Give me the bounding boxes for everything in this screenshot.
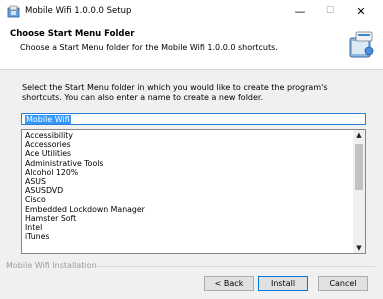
back-button[interactable]: < Back [204, 276, 254, 291]
list-item[interactable]: Accessories [25, 140, 350, 149]
folder-list-items: Accessibility Accessories Ace Utilities Adm… [25, 131, 350, 241]
minimize-button[interactable]: — [285, 3, 315, 20]
list-item[interactable]: Embedded Lockdown Manager [25, 205, 350, 214]
list-item[interactable]: Accessibility [25, 131, 350, 140]
list-item[interactable]: ASUSDVD [25, 186, 350, 195]
installer-icon [7, 5, 20, 18]
list-item[interactable]: Alcohol 120% [25, 168, 350, 177]
start-menu-folder-icon [349, 31, 374, 58]
vertical-scrollbar[interactable]: ▲ ▼ [353, 130, 365, 253]
maximize-button[interactable]: ☐ [315, 3, 345, 20]
folder-name-value: Mobile Wifi [25, 115, 71, 124]
list-item[interactable]: Ace Utilities [25, 149, 350, 158]
page-header: Choose Start Menu Folder Choose a Start … [0, 23, 383, 70]
instruction-text: Select the Start Menu folder in which yo… [22, 83, 328, 102]
window-title: Mobile Wifi 1.0.0.0 Setup [25, 6, 132, 16]
list-item[interactable]: ASUS [25, 177, 350, 186]
list-item[interactable]: Cisco [25, 195, 350, 204]
scroll-up-icon[interactable]: ▲ [353, 130, 365, 140]
close-button[interactable]: ✕ [346, 3, 376, 20]
scroll-thumb[interactable] [355, 144, 363, 190]
setup-window: Mobile Wifi 1.0.0.0 Setup — ☐ ✕ Choose S… [0, 0, 383, 299]
page-title: Choose Start Menu Folder [10, 29, 135, 39]
page-subtitle: Choose a Start Menu folder for the Mobil… [20, 43, 278, 52]
folder-list[interactable]: Accessibility Accessories Ace Utilities Adm… [21, 129, 366, 254]
list-item[interactable]: iTunes [25, 232, 350, 241]
scroll-down-icon[interactable]: ▼ [353, 243, 365, 253]
list-item[interactable]: Administrative Tools [25, 159, 350, 168]
folder-name-input[interactable]: Mobile Wifi [21, 113, 366, 125]
list-item[interactable]: Hamster Soft [25, 214, 350, 223]
list-item[interactable]: Intel [25, 223, 350, 232]
cancel-button[interactable]: Cancel [318, 276, 368, 291]
install-button[interactable]: Install [258, 276, 308, 291]
branding-divider [83, 266, 375, 267]
title-bar[interactable]: Mobile Wifi 1.0.0.0 Setup — ☐ ✕ [0, 0, 383, 23]
